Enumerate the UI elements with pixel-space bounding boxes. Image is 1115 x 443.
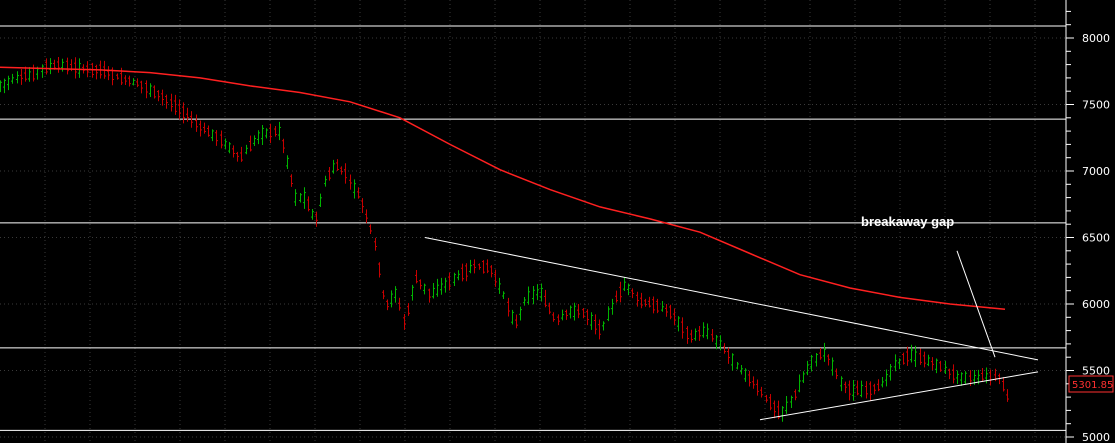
chart: breakaway gap 80007500700065006000550050… [0,0,1115,443]
last-price-label: 5301.85 [1072,380,1113,391]
y-tick-label: 6000 [1082,298,1110,311]
y-tick-label: 8000 [1082,32,1110,45]
last-price-box: 5301.85 [1068,375,1114,393]
y-tick-label: 7500 [1082,99,1110,112]
y-tick-label: 6500 [1082,232,1110,245]
y-tick-label: 5000 [1082,431,1110,443]
annotation-breakaway-gap: breakaway gap [861,214,954,229]
y-tick-label: 7000 [1082,165,1110,178]
